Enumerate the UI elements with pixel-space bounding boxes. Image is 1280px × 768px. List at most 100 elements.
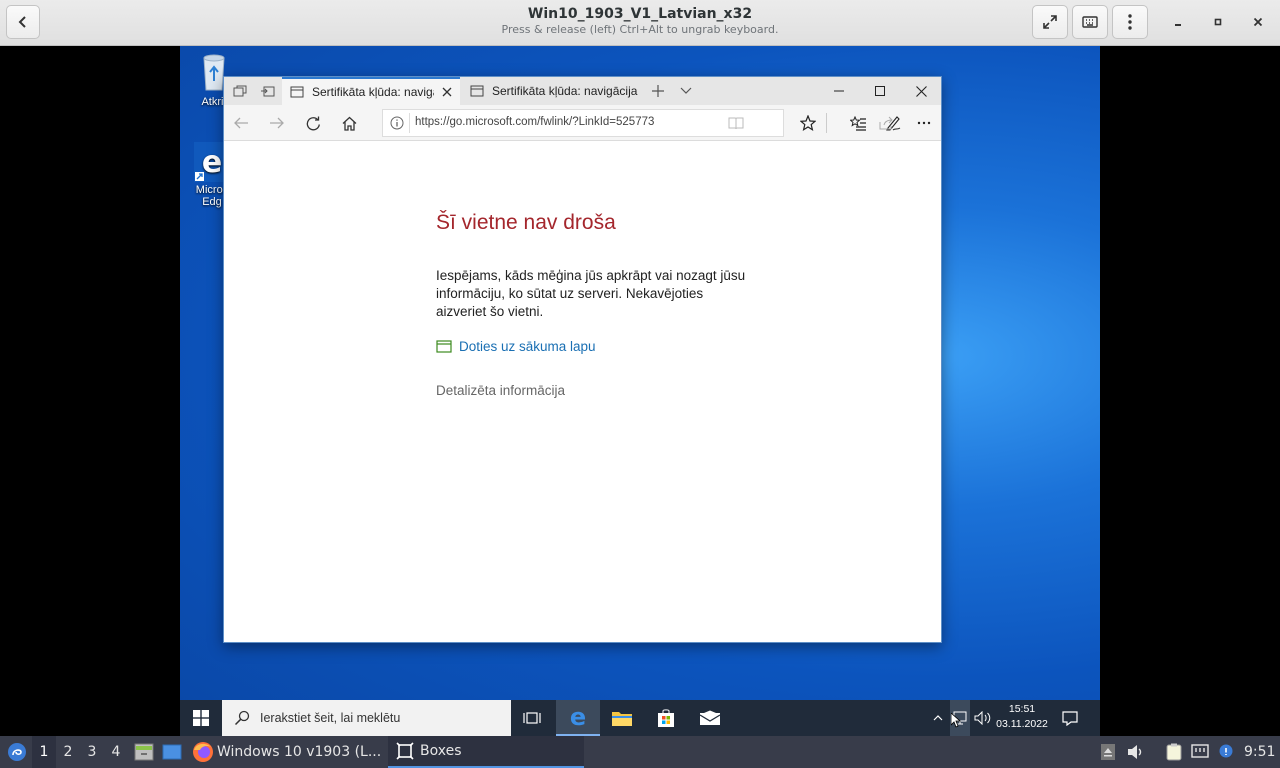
page-icon [470,85,484,97]
close-icon [915,85,927,97]
wired-network-icon [1191,744,1209,758]
taskbar-search-box[interactable]: Ierakstiet šeit, lai meklētu [222,700,511,736]
url-text: https://go.microsoft.com/fwlink/?LinkId=… [415,116,655,128]
tab-certificate-error-1[interactable]: Sertifikāta kļūda: navigā [282,77,460,105]
fullscreen-icon [1043,15,1057,29]
desktop-icon [162,744,182,760]
taskbar-clock[interactable]: 15:51 03.11.2022 [994,702,1050,734]
error-heading: Šī vietne nav droša [436,211,616,234]
workspace-4[interactable]: 4 [104,736,128,768]
url-field[interactable]: https://go.microsoft.com/fwlink/?LinkId=… [382,109,784,137]
vm-display[interactable]: Atkrit e Micros Edg Sertifikāta kļūda: n… [180,46,1100,736]
search-icon [234,710,250,726]
details-link[interactable]: Detalizēta informācija [436,383,565,398]
eject-icon [1101,744,1115,760]
clock-date: 03.11.2022 [996,718,1048,730]
task-windows10-vm[interactable]: Windows 10 v1903 (L... [192,736,384,768]
network-tray-icon[interactable] [1188,736,1212,768]
edge-maximize-button[interactable] [868,79,892,103]
task-label: Boxes [420,743,462,759]
home-page-link[interactable]: Doties uz sākuma lapu [436,339,596,354]
home-button[interactable] [337,111,361,135]
firefox-icon [193,742,213,762]
share-button[interactable] [875,111,899,135]
edge-close-button[interactable] [909,79,933,103]
keyboard-icon [1082,16,1098,28]
fullscreen-button[interactable] [1032,5,1068,39]
tab-preview-button[interactable] [674,79,698,103]
arrow-right-icon [270,117,284,129]
svg-text:e: e [202,145,222,180]
keyboard-button[interactable] [1072,5,1108,39]
maximize-button[interactable] [1204,8,1232,36]
action-center-button[interactable] [1052,700,1088,736]
back-button[interactable] [229,111,253,135]
maximize-icon [1214,18,1222,26]
arrow-left-icon [234,117,248,129]
task-view-button[interactable] [510,700,554,736]
panel-clock[interactable]: 9:51 [1244,736,1275,768]
kebab-menu-icon [1128,14,1132,30]
close-tab-icon[interactable] [442,87,452,97]
page-icon [290,86,304,98]
info-badge-icon [1219,744,1233,758]
tab-label: Sertifikāta kļūda: navigā [312,85,434,99]
tab-label: Sertifikāta kļūda: navigācija [492,84,638,98]
mail-button[interactable] [688,700,732,736]
taskbar-edge-button[interactable]: e [556,700,600,736]
app-menu-button[interactable] [4,736,30,768]
minimize-button[interactable] [1164,8,1192,36]
more-button[interactable] [912,111,936,135]
info-icon[interactable] [390,116,404,130]
show-tabs-aside-button[interactable] [256,79,280,103]
show-hidden-icons-button[interactable] [928,700,948,736]
edge-minimize-button[interactable] [827,79,851,103]
boxes-icon [396,742,414,760]
new-tab-button[interactable] [646,79,670,103]
favorites-hub-button[interactable] [846,111,870,135]
task-label: Windows 10 v1903 (L... [217,744,382,760]
edge-window: Sertifikāta kļūda: navigā Sertifikāta kļ… [223,76,942,643]
windows-logo-icon [193,710,209,726]
reading-view-icon[interactable] [728,117,744,130]
updates-tray-icon[interactable] [1096,736,1120,768]
workspace-1[interactable]: 1 [32,736,56,768]
page-content: Šī vietne nav droša Iespējams, kāds mēģi… [224,141,941,642]
windows-taskbar: Ierakstiet šeit, lai meklētu e 15:51 03.… [180,700,1100,736]
store-button[interactable] [644,700,688,736]
clock-time: 15:51 [1008,703,1036,715]
home-icon [342,116,356,131]
mail-icon [699,710,721,725]
set-aside-tabs-button[interactable] [228,79,252,103]
file-explorer-button[interactable] [600,700,644,736]
refresh-icon [306,116,320,130]
show-desktop-button[interactable] [160,736,184,768]
edge-icon: e [570,706,586,728]
refresh-button[interactable] [301,111,325,135]
tab-bar: Sertifikāta kļūda: navigā Sertifikāta kļ… [224,77,941,105]
mouse-pointer-icon [951,713,961,728]
volume-tray-icon[interactable] [972,700,994,736]
workspace-2[interactable]: 2 [56,736,80,768]
chevron-up-icon [933,715,943,721]
tab-certificate-error-2[interactable]: Sertifikāta kļūda: navigācija [462,77,642,105]
clipboard-tray-icon[interactable] [1162,736,1186,768]
notification-icon [1062,710,1078,726]
task-view-icon [523,712,541,724]
tabs-restore-icon [261,86,275,97]
svg-text:e: e [570,706,586,728]
distro-logo-icon [8,743,26,761]
notification-tray-icon[interactable] [1214,736,1238,768]
workspace-3[interactable]: 3 [80,736,104,768]
minimize-icon [834,90,844,92]
menu-button[interactable] [1112,5,1148,39]
task-boxes[interactable]: Boxes [388,736,584,768]
ellipsis-icon [917,121,931,125]
address-bar-row: https://go.microsoft.com/fwlink/?LinkId=… [224,105,941,141]
volume-tray-icon[interactable] [1124,736,1148,768]
url-divider [409,113,410,133]
close-button[interactable] [1244,8,1272,36]
forward-button[interactable] [265,111,289,135]
file-manager-launcher[interactable] [132,736,156,768]
start-button[interactable] [180,700,222,736]
